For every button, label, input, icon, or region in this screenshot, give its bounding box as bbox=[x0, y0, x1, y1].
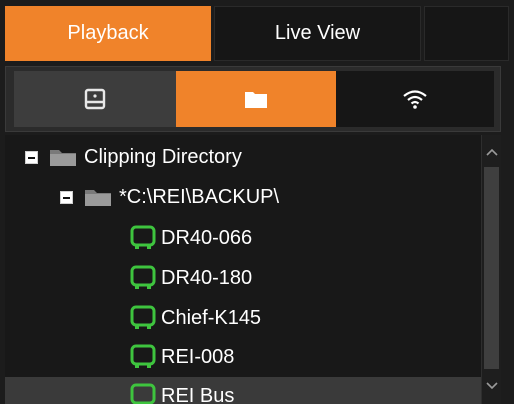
tree-item[interactable]: DR40-180 bbox=[5, 259, 501, 297]
tree-item-selected[interactable]: REI Bus bbox=[5, 377, 501, 404]
source-wifi-button[interactable] bbox=[336, 71, 494, 127]
tree-node-folder[interactable]: *C:\REI\BACKUP\ bbox=[5, 178, 501, 216]
hard-drive-icon bbox=[84, 88, 106, 110]
folder-icon bbox=[85, 190, 111, 206]
view-tabs: Playback Live View bbox=[5, 6, 509, 63]
tree-item[interactable]: REI-008 bbox=[5, 338, 501, 376]
tab-playback[interactable]: Playback bbox=[5, 6, 211, 61]
tree-item-label: DR40-180 bbox=[161, 266, 253, 289]
scroll-down-button[interactable] bbox=[483, 375, 500, 397]
tree-item-label: REI Bus bbox=[161, 384, 235, 404]
tree-scrollbar[interactable] bbox=[481, 135, 501, 404]
scroll-up-button[interactable] bbox=[483, 141, 500, 163]
tab-live-view[interactable]: Live View bbox=[214, 6, 421, 61]
bus-icon bbox=[130, 344, 156, 368]
bus-icon bbox=[130, 225, 156, 249]
tree-node-root[interactable]: Clipping Directory bbox=[5, 138, 495, 176]
tree-item-label: REI-008 bbox=[161, 345, 235, 368]
bus-icon bbox=[130, 305, 156, 329]
tree-item[interactable]: DR40-066 bbox=[5, 219, 501, 257]
clip-tree: Clipping Directory *C:\REI\BACKUP\ DR40-… bbox=[5, 135, 501, 404]
tab-empty-slot bbox=[424, 6, 509, 61]
chevron-down-icon bbox=[485, 382, 498, 390]
tree-node-root-label: Clipping Directory bbox=[84, 145, 242, 168]
bus-icon bbox=[130, 265, 156, 289]
playback-panel: Playback Live View Clipping Directory *C… bbox=[0, 0, 514, 404]
tab-playback-label: Playback bbox=[67, 22, 149, 44]
tree-item-label: Chief-K145 bbox=[161, 306, 262, 329]
source-drive-button[interactable] bbox=[14, 71, 176, 127]
collapse-toggle[interactable] bbox=[25, 150, 38, 164]
folder-icon bbox=[245, 92, 267, 108]
source-selector bbox=[5, 66, 501, 132]
wifi-icon bbox=[403, 90, 427, 109]
tree-item-label: DR40-066 bbox=[161, 226, 253, 249]
folder-icon bbox=[50, 150, 76, 166]
source-folder-button[interactable] bbox=[176, 71, 336, 127]
tree-item[interactable]: Chief-K145 bbox=[5, 299, 501, 337]
tree-node-folder-label: *C:\REI\BACKUP\ bbox=[119, 185, 280, 208]
bus-icon bbox=[130, 383, 156, 404]
scrollbar-thumb[interactable] bbox=[484, 167, 499, 369]
collapse-toggle[interactable] bbox=[60, 190, 73, 204]
chevron-up-icon bbox=[485, 148, 498, 156]
tab-live-view-label: Live View bbox=[274, 22, 361, 44]
